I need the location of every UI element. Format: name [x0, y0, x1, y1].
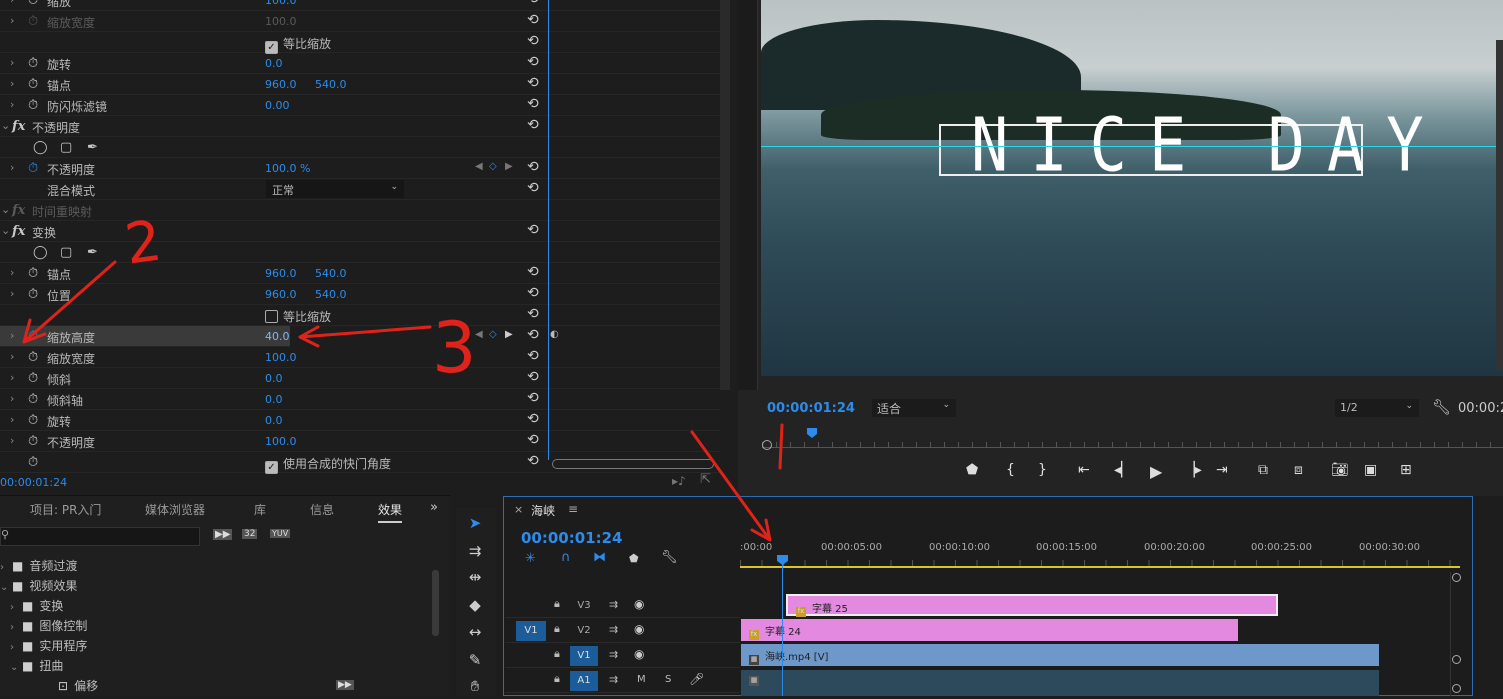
- annotation-arrow-3: [298, 325, 432, 348]
- annotation-overlay: 2 3: [22, 208, 784, 542]
- annotation-mark-playhead: [778, 423, 784, 470]
- annotation-arrow-timeline: [690, 430, 772, 542]
- annotation-number-3: 3: [432, 307, 477, 389]
- annotation-number-2: 2: [121, 208, 165, 277]
- annotation-arrow-2: [22, 260, 117, 344]
